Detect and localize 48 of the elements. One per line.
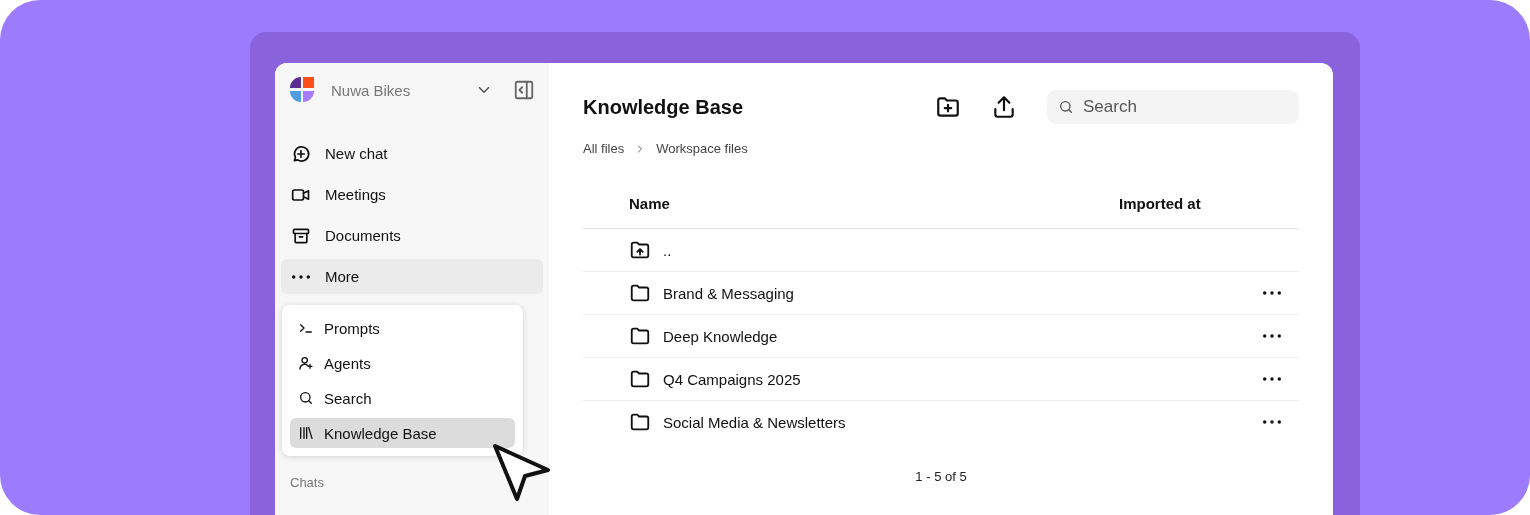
file-name[interactable]: Q4 Campaigns 2025: [663, 370, 1263, 388]
folder-plus-icon: [935, 94, 961, 120]
upload-icon: [991, 94, 1017, 120]
menu-item[interactable]: Search: [290, 383, 515, 413]
page-title: Knowledge Base: [583, 95, 745, 119]
more-icon: [1263, 291, 1281, 295]
row-actions-button[interactable]: [1263, 334, 1281, 338]
folder-icon: [629, 325, 651, 347]
folder-icon: [629, 368, 651, 390]
nav-item[interactable]: Meetings: [281, 177, 543, 212]
folder-icon: [629, 411, 651, 433]
more-icon: [1263, 420, 1281, 424]
nav-item[interactable]: New chat: [281, 136, 543, 171]
library-icon: [298, 425, 314, 441]
search-field[interactable]: Search: [1047, 90, 1299, 124]
new-folder-button[interactable]: [935, 94, 961, 120]
upload-button[interactable]: [991, 94, 1017, 120]
workspace-name: Nuwa Bikes: [331, 81, 412, 99]
file-name[interactable]: ..: [663, 241, 1299, 259]
more-icon: [1263, 377, 1281, 381]
file-name[interactable]: Social Media & Newsletters: [663, 413, 1263, 431]
search-icon: [298, 390, 314, 406]
menu-item[interactable]: Prompts: [290, 313, 515, 343]
row-actions-button[interactable]: [1263, 291, 1281, 295]
file-name[interactable]: Deep Knowledge: [663, 327, 1263, 345]
sidebar-panel-icon: [513, 79, 535, 101]
column-header: Imported at: [1119, 194, 1202, 212]
collapse-sidebar-button[interactable]: [513, 79, 535, 101]
breadcrumb-link[interactable]: Workspace files: [656, 141, 748, 156]
user-plus-icon: [298, 355, 314, 371]
more-icon: [1263, 334, 1281, 338]
more-icon: [292, 274, 310, 279]
pagination-text: 1 - 5 of 5: [915, 469, 967, 484]
breadcrumb-link[interactable]: All files: [583, 141, 625, 156]
menu-item[interactable]: Knowledge Base: [290, 418, 515, 448]
chat-plus-icon: [291, 143, 311, 164]
row-actions-button[interactable]: [1263, 377, 1281, 381]
folder-icon: [629, 282, 651, 304]
file-name[interactable]: Brand & Messaging: [663, 284, 1263, 302]
nav-item[interactable]: Documents: [281, 218, 543, 253]
column-header: Name: [629, 194, 671, 212]
logo-icon: [289, 76, 315, 104]
folder-up-icon: [629, 239, 651, 261]
search-icon: [1058, 99, 1074, 115]
section-heading: Chats: [290, 475, 325, 490]
nav-item[interactable]: More: [281, 259, 543, 294]
menu-item[interactable]: Agents: [290, 348, 515, 378]
row-actions-button[interactable]: [1263, 420, 1281, 424]
